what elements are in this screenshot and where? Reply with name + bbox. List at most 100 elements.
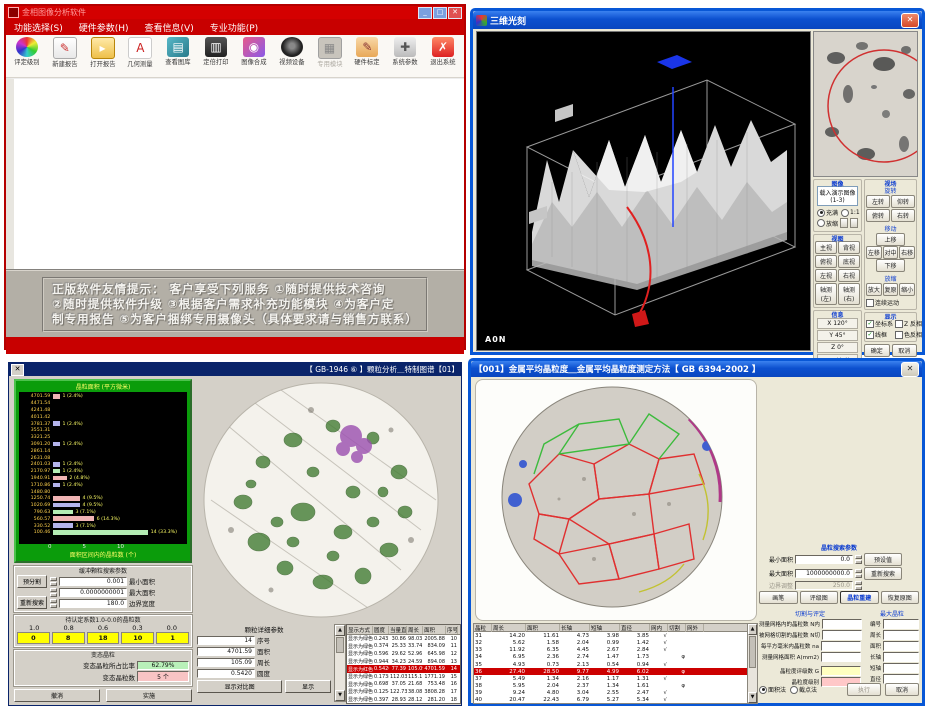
table-scrollbar[interactable]: ▲ ▼ [334, 624, 346, 702]
max-area-field[interactable]: 0.0000000001 [59, 588, 127, 597]
grain-table[interactable]: ▲ ▼ 晶粒周长面积长轴短轴直径网内切割网外3114.2011.614.733.… [473, 623, 758, 704]
ok-button[interactable]: 确定 [864, 344, 890, 357]
close-icon[interactable]: ✕ [901, 13, 919, 28]
move-button-0[interactable]: 左移 [866, 246, 882, 259]
view-button-7[interactable]: 轴测(右) [838, 283, 860, 305]
close-icon[interactable]: ✕ [901, 362, 919, 377]
grains-inside-field[interactable] [822, 619, 862, 629]
view-button-4[interactable]: 左视 [815, 269, 837, 282]
min-area-stepper[interactable] [50, 577, 57, 586]
title-bar[interactable]: ✕ 【 GB-1946 ⑥ 】颗粒分析＿特制图谱【01】 [9, 363, 461, 376]
particle-table[interactable]: 显示方式圆度当量直径周长面积序号显示为绿色0.243130.8698.03200… [346, 624, 461, 704]
grid-area-field[interactable] [821, 652, 861, 662]
title-bar[interactable]: 三维光刻 ✕ [473, 11, 922, 29]
table-row-0[interactable]: 显示为绿色0.243130.8698.032005.8810 [347, 635, 460, 643]
menu-item-0[interactable]: 功能选择(S) [14, 21, 63, 34]
radio-fill[interactable]: 充满 [817, 208, 838, 217]
min-area-field[interactable]: 0.0 [795, 555, 853, 564]
maximize-icon[interactable]: □ [433, 7, 447, 19]
menu-item-2[interactable]: 查看信息(V) [145, 21, 194, 34]
table-row-6[interactable]: 375.491.342.161.171.31√ [474, 675, 757, 682]
table-row-0[interactable]: 3114.2011.614.733.983.85√ [474, 632, 757, 639]
toolbar-button-9[interactable]: ✎硬件标定 [348, 36, 386, 76]
view-button-5[interactable]: 右视 [838, 269, 860, 282]
close-icon[interactable]: ✕ [11, 364, 24, 376]
table-row-8[interactable]: 显示为绿色0.397328.9328.12281.2018 [347, 696, 460, 704]
cancel-button[interactable]: 取消 [885, 683, 919, 696]
max-grain-field-2[interactable] [883, 641, 919, 651]
undo-button[interactable]: 撤消 [14, 689, 100, 702]
toolbar-button-7[interactable]: 视频设备 [273, 36, 311, 76]
toolbar-button-3[interactable]: A几何测量 [121, 36, 159, 76]
toolbar-button-6[interactable]: ◉图像合成 [235, 36, 273, 76]
scroll-up-icon[interactable]: ▲ [335, 625, 345, 636]
table-row-2[interactable]: 显示为绿色0.596329.6252.96645.9812 [347, 650, 460, 658]
display-check-2[interactable]: ✓线框 [866, 330, 893, 339]
max-grain-field-0[interactable] [883, 619, 919, 629]
min-area-field[interactable]: 0.001 [59, 577, 127, 586]
rotate-button-1[interactable]: 仰转 [891, 195, 915, 208]
area-method-radio[interactable]: 面积法 [759, 685, 786, 694]
table-row-5[interactable]: 3627.4028.509.774.996.02φ [474, 668, 757, 675]
max-area-field[interactable]: 1000000000.0 [795, 569, 853, 578]
title-bar[interactable]: 【001】金属平均晶粒度＿金属平均晶粒度测定方法【 GB 6394-2002 】… [471, 361, 922, 377]
move-button-2[interactable]: 右移 [899, 246, 915, 259]
continuous-motion-checkbox[interactable]: 连续运动 [866, 298, 915, 307]
3d-viewport[interactable]: A0N [476, 31, 811, 351]
scroll-down-icon[interactable]: ▼ [335, 690, 345, 701]
pre-segment-button[interactable]: 预分割 [17, 575, 47, 588]
preset-button[interactable]: 预设值 [864, 553, 902, 566]
close-icon[interactable]: ✕ [448, 7, 462, 19]
menu-item-3[interactable]: 专业功能(P) [210, 21, 258, 34]
view-button-6[interactable]: 轴测(左) [815, 283, 837, 305]
border-width-field[interactable]: 180.0 [59, 599, 127, 608]
table-row-7[interactable]: 385.952.042.371.341.61φ [474, 683, 757, 690]
zoom-out-mini-button[interactable] [850, 218, 858, 228]
menu-item-1[interactable]: 硬件参数(H) [79, 21, 129, 34]
border-width-stepper[interactable] [50, 599, 57, 608]
move-button-1[interactable]: 对中 [883, 246, 899, 259]
table-row-9[interactable]: 4020.4722.436.795.275.34√ [474, 697, 757, 704]
action-button-1[interactable]: 评级图 [800, 591, 839, 604]
table-row-8[interactable]: 399.244.803.042.552.47√ [474, 690, 757, 697]
toolbar-button-11[interactable]: ✗退出系统 [424, 36, 462, 76]
max-area-stepper[interactable] [50, 588, 57, 597]
apply-button[interactable]: 实施 [106, 689, 192, 702]
radio-1to1[interactable]: 1:1 [841, 208, 860, 217]
scroll-up-icon[interactable]: ▲ [748, 624, 757, 635]
move-down-button[interactable]: 下移 [876, 259, 905, 272]
toolbar-button-2[interactable]: ▸打开报告 [84, 36, 122, 76]
rotate-button-3[interactable]: 右转 [891, 209, 915, 222]
grain-map-image[interactable] [499, 384, 725, 610]
re-search-button[interactable]: 重新搜索 [864, 567, 902, 580]
max-grain-field-3[interactable] [883, 652, 919, 662]
minimize-icon[interactable]: _ [418, 7, 432, 19]
max-grain-field-1[interactable] [883, 630, 919, 640]
specimen-image[interactable] [201, 380, 441, 620]
table-row-5[interactable]: 显示为绿色0.1738112.03115.111771.1915 [347, 673, 460, 681]
toolbar-button-4[interactable]: ▤查看图库 [159, 36, 197, 76]
max-grain-field-4[interactable] [883, 663, 919, 673]
cancel-button[interactable]: 取消 [892, 344, 918, 357]
intercept-method-radio[interactable]: 截点法 [790, 685, 817, 694]
table-row-6[interactable]: 显示为绿色0.698737.0521.68753.4816 [347, 681, 460, 689]
table-scrollbar[interactable]: ▲ ▼ [747, 624, 757, 703]
radio-zoom[interactable]: 放缩 [817, 219, 838, 228]
title-bar[interactable]: 金相图像分析软件 _ □ ✕ [6, 6, 464, 19]
max-area-stepper[interactable] [855, 569, 862, 578]
toolbar-button-0[interactable]: 评定级别 [8, 36, 46, 76]
action-button-0[interactable]: 画笔 [759, 591, 798, 604]
table-row-3[interactable]: 显示为绿色0.944234.2324.59894.0813 [347, 658, 460, 666]
load-demo-image-button[interactable]: 载入演示图像(1-3) [817, 186, 858, 206]
zoom-in-mini-button[interactable] [840, 218, 848, 228]
table-row-7[interactable]: 显示为绿色0.1254122.7338.083808.2817 [347, 688, 460, 696]
scroll-thumb[interactable] [336, 637, 344, 653]
action-button-3[interactable]: 恢复原图 [881, 591, 920, 604]
table-row-4[interactable]: 显示为红色0.542077.39105.094701.5914 [347, 665, 460, 673]
scroll-down-icon[interactable]: ▼ [748, 692, 757, 703]
microstructure-preview-image[interactable] [813, 31, 918, 177]
min-area-stepper[interactable] [855, 555, 862, 564]
zoom-button-2[interactable]: 缩小 [899, 283, 915, 296]
zoom-button-0[interactable]: 放大 [866, 283, 882, 296]
display-check-3[interactable]: 色反相 [895, 330, 922, 339]
